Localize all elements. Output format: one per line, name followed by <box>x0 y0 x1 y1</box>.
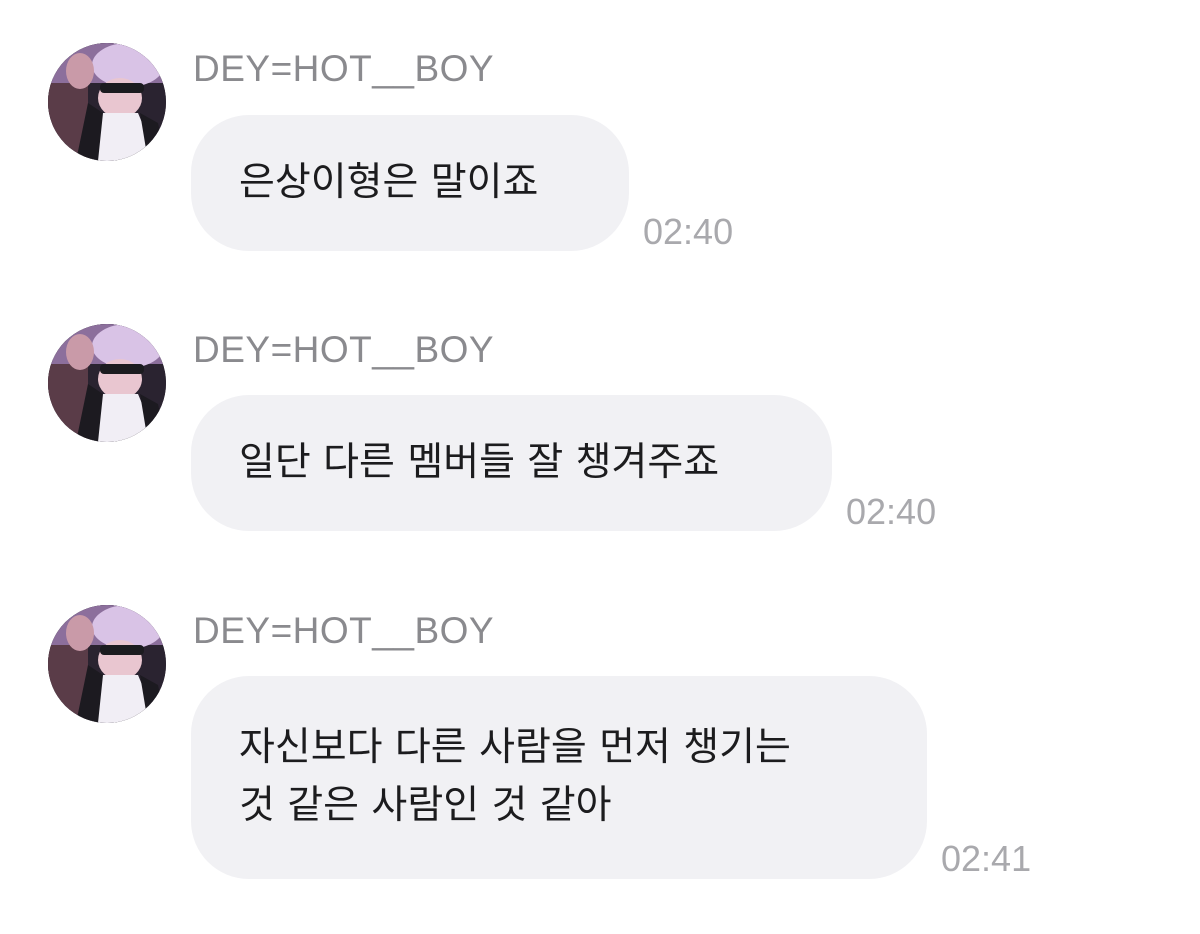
message-text-line: 자신보다 다른 사람을 먼저 챙기는 <box>239 725 791 770</box>
sender-name: DEY=HOT__BOY <box>193 329 495 370</box>
avatar[interactable] <box>48 605 166 723</box>
sender-name: DEY=HOT__BOY <box>193 610 495 651</box>
message-bubble[interactable]: 일단 다른 멤버들 잘 챙겨주죠 <box>191 395 832 531</box>
message-text-line: 것 같은 사람인 것 같아 <box>239 783 612 828</box>
message-time: 02:40 <box>643 211 734 252</box>
avatar-photo-icon <box>48 43 166 161</box>
message-text: 일단 다른 멤버들 잘 챙겨주죠 <box>239 440 720 485</box>
message-text: 은상이형은 말이죠 <box>239 160 539 205</box>
message-bubble[interactable]: 은상이형은 말이죠 <box>191 115 629 251</box>
message-time: 02:40 <box>846 491 937 532</box>
sender-name: DEY=HOT__BOY <box>193 48 495 89</box>
message-bubble[interactable]: 자신보다 다른 사람을 먼저 챙기는 것 같은 사람인 것 같아 <box>191 676 927 879</box>
avatar[interactable] <box>48 43 166 161</box>
avatar-photo-icon <box>48 605 166 723</box>
message-time: 02:41 <box>941 838 1032 879</box>
avatar[interactable] <box>48 324 166 442</box>
avatar-photo-icon <box>48 324 166 442</box>
